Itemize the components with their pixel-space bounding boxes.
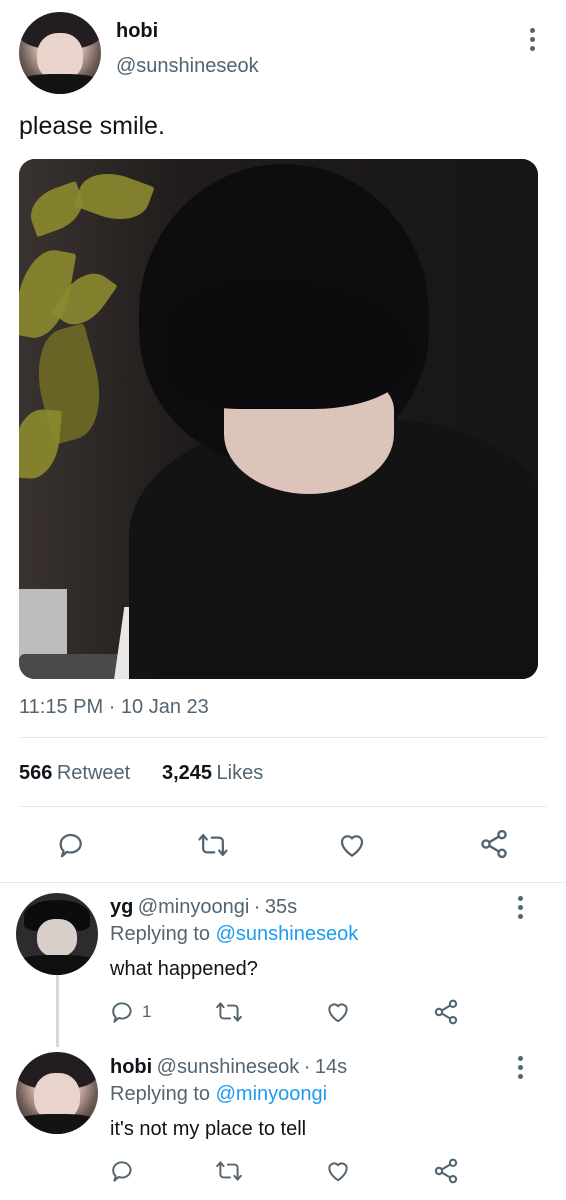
reply-count: 1: [142, 1002, 152, 1021]
like-button[interactable]: [337, 830, 367, 860]
like-icon: [328, 1003, 348, 1023]
retweet-icon: [216, 1002, 242, 1022]
reply-avatar-yg[interactable]: [16, 893, 98, 975]
replying-to: Replying to @minyoongi: [110, 1083, 327, 1106]
thread-line: [56, 975, 59, 1047]
likes-count: 3,245: [162, 762, 213, 784]
tweet-photo[interactable]: [19, 159, 538, 679]
retweet-stat[interactable]: 566 Retweet: [19, 762, 130, 785]
separator: ·: [108, 696, 116, 718]
reply-age: 14s: [314, 1056, 348, 1078]
retweet-button[interactable]: [197, 830, 229, 860]
reply-icon: [112, 1002, 132, 1023]
separator: ·: [303, 1056, 311, 1078]
like-button[interactable]: [325, 1158, 351, 1184]
divider: [0, 882, 566, 883]
tweet-timestamp[interactable]: 11:15 PM · 10 Jan 23: [19, 696, 209, 719]
author-handle[interactable]: @sunshineseok: [116, 55, 259, 78]
reply-header: hobi @sunshineseok · 14s: [110, 1056, 347, 1079]
more-icon[interactable]: [518, 1056, 523, 1079]
reply-author-handle[interactable]: @minyoongi: [138, 896, 249, 918]
like-button[interactable]: [325, 999, 351, 1025]
reply-age: 35s: [264, 896, 298, 918]
replying-prefix: Replying to: [110, 923, 211, 945]
divider: [19, 737, 547, 738]
tweet-time: 11:15 PM: [19, 696, 104, 718]
share-icon: [434, 999, 458, 1025]
replying-prefix: Replying to: [110, 1083, 211, 1105]
replying-to: Replying to @sunshineseok: [110, 923, 358, 946]
like-icon: [340, 835, 364, 857]
likes-label: Likes: [216, 762, 264, 784]
reply-avatar-hobi[interactable]: [16, 1052, 98, 1134]
share-button[interactable]: [432, 998, 460, 1026]
share-icon: [481, 829, 507, 859]
reply-button[interactable]: [57, 830, 87, 860]
more-icon[interactable]: [530, 28, 535, 51]
retweet-button[interactable]: [215, 1158, 243, 1184]
separator: ·: [253, 896, 261, 918]
reply-button[interactable]: [110, 1158, 142, 1184]
reply-button[interactable]: 1: [110, 999, 151, 1025]
divider: [19, 806, 547, 807]
reply-icon: [112, 1161, 132, 1182]
reply-icon: [59, 833, 82, 858]
share-button[interactable]: [478, 828, 510, 860]
author-name[interactable]: hobi: [116, 20, 158, 43]
tweet-text: please smile.: [19, 112, 165, 140]
author-avatar[interactable]: [19, 12, 101, 94]
reply-text: what happened?: [110, 958, 258, 980]
retweet-button[interactable]: [215, 999, 243, 1025]
retweet-count: 566: [19, 762, 53, 784]
retweet-label: Retweet: [56, 762, 131, 784]
more-icon[interactable]: [518, 896, 523, 919]
mention-link[interactable]: @minyoongi: [216, 1083, 327, 1105]
retweet-icon: [216, 1161, 242, 1181]
reply-author-name[interactable]: hobi: [110, 1056, 152, 1078]
reply-text: it's not my place to tell: [110, 1118, 307, 1140]
share-icon: [434, 1158, 458, 1184]
mention-link[interactable]: @sunshineseok: [216, 923, 359, 945]
reply-header: yg @minyoongi · 35s: [110, 896, 297, 919]
share-button[interactable]: [432, 1157, 460, 1185]
likes-stat[interactable]: 3,245 Likes: [162, 762, 263, 785]
retweet-icon: [198, 834, 228, 856]
reply-author-handle[interactable]: @sunshineseok: [157, 1056, 300, 1078]
tweet-date: 10 Jan 23: [120, 696, 209, 718]
like-icon: [328, 1162, 348, 1182]
reply-author-name[interactable]: yg: [110, 896, 133, 918]
